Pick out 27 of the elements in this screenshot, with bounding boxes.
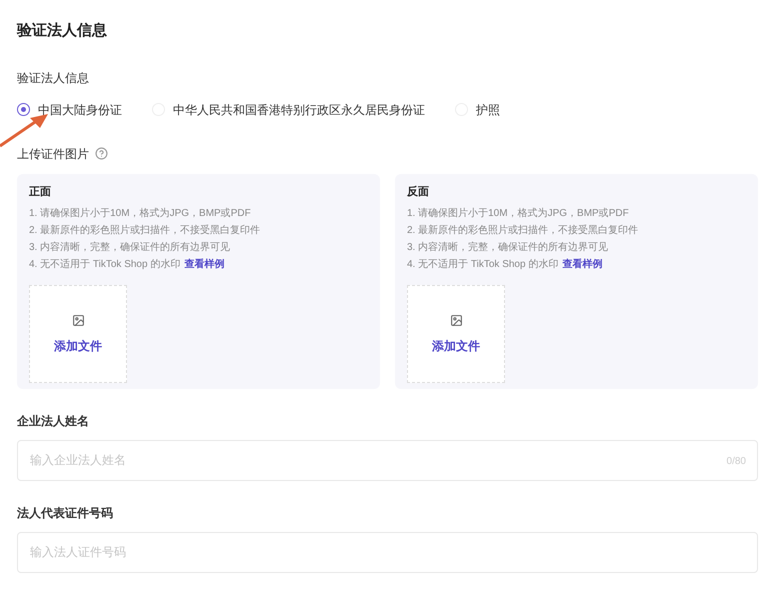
radio-button[interactable] [17,103,30,116]
add-file-button[interactable]: 添加文件 [29,285,127,383]
image-icon [72,314,84,326]
page-title: 验证法人信息 [17,21,108,41]
rule-text: 2. 最新原件的彩色照片或扫描件，不接受黑白复印件 [407,224,640,238]
rule-text: 3. 内容清晰，完整，确保证件的所有边界可见 [407,240,610,255]
rule-text: 3. 内容清晰，完整，确保证件的所有边界可见 [29,240,232,255]
field-label: 企业法人姓名 [17,412,90,430]
add-file-button[interactable]: 添加文件 [407,285,505,383]
section-label: 验证法人信息 [17,70,90,86]
rule-text: 4. 无不适用于 TikTok Shop 的水印 [29,258,180,272]
radio-option[interactable]: 护照 [455,100,500,118]
text-field[interactable]: 输入法人证件号码 [17,532,758,572]
card-title: 反面 [407,184,430,200]
image-icon [450,314,462,326]
example-link[interactable]: 查看样例 [184,257,224,273]
rule-text: 2. 最新原件的彩色照片或扫描件，不接受黑白复印件 [29,224,262,238]
radio-option[interactable]: 中国大陆身份证 [17,100,122,118]
example-link[interactable]: 查看样例 [562,257,602,273]
field-label: 法人代表证件号码 [17,504,114,522]
card-title: 正面 [29,184,52,200]
rule-text: 1. 请确保图片小于10M，格式为JPG，BMP或PDF [29,206,252,221]
rule-text: 1. 请确保图片小于10M，格式为JPG，BMP或PDF [407,206,630,221]
section-label: 上传证件图片 [17,146,89,162]
radio-option[interactable]: 中华人民共和国香港特别行政区永久居民身份证 [152,100,425,118]
help-icon[interactable] [95,147,108,160]
rule-text: 4. 无不适用于 TikTok Shop 的水印 [407,258,558,272]
